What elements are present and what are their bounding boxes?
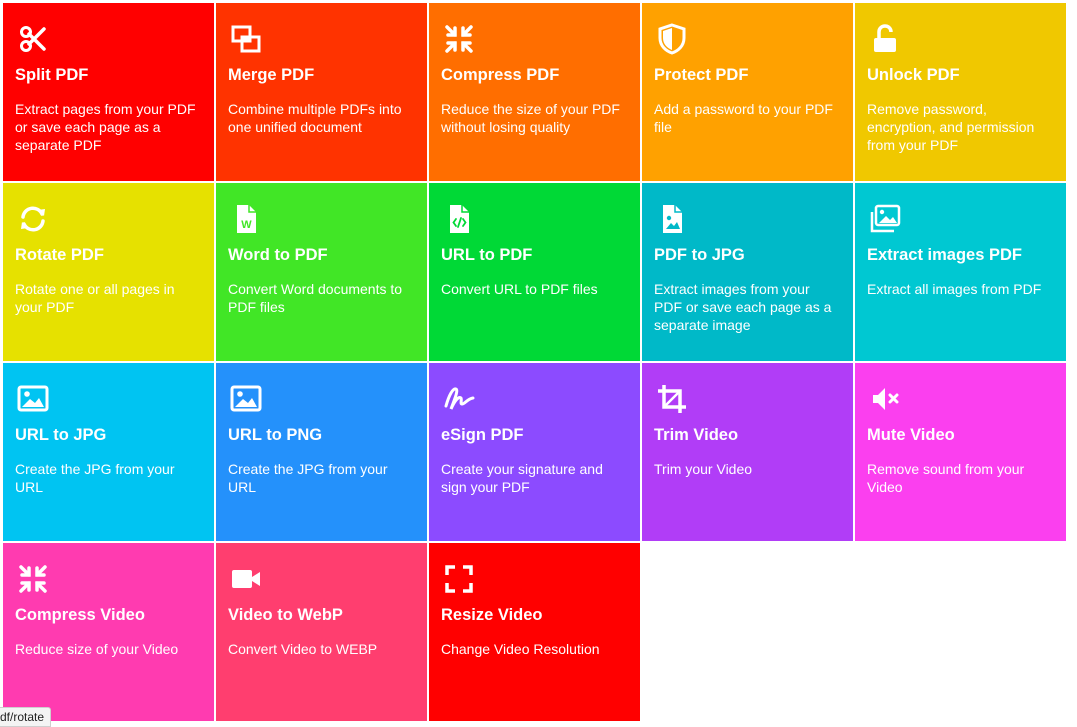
tool-description: Extract images from your PDF or save eac… (654, 281, 832, 333)
tool-description: Extract pages from your PDF or save each… (15, 101, 196, 153)
shield-icon (654, 21, 690, 57)
images-icon (867, 201, 903, 237)
tool-title: Merge PDF (228, 66, 315, 84)
tool-tile-pdf-to-jpg[interactable]: PDF to JPG Extract images from your PDF o… (642, 183, 853, 361)
expand-icon (441, 561, 477, 597)
tool-description: Remove sound from your Video (867, 461, 1025, 495)
status-bar-url: df/rotate (0, 707, 52, 727)
mute-icon (867, 381, 903, 417)
image-icon (228, 381, 264, 417)
tool-description: Extract all images from PDF (867, 281, 1042, 297)
tool-title: Extract images PDF (867, 246, 1022, 264)
image-icon (15, 381, 51, 417)
tool-tile-unlock-pdf[interactable]: Unlock PDF Remove password, encryption, a… (855, 3, 1066, 181)
tool-description: Rotate one or all pages in your PDF (15, 281, 175, 315)
tool-tile-trim-video[interactable]: Trim Video Trim your Video (642, 363, 853, 541)
tool-tile-protect-pdf[interactable]: Protect PDF Add a password to your PDF fi… (642, 3, 853, 181)
tool-description: Trim your Video (654, 461, 753, 477)
compress-icon (441, 21, 477, 57)
tool-title: Unlock PDF (867, 66, 960, 84)
tool-title: eSign PDF (441, 426, 524, 444)
tool-description: Reduce size of your Video (15, 641, 179, 657)
tool-tile-url-to-png[interactable]: URL to PNG Create the JPG from your URL (216, 363, 427, 541)
tool-tile-merge-pdf[interactable]: Merge PDF Combine multiple PDFs into one … (216, 3, 427, 181)
tool-title: Compress PDF (441, 66, 560, 84)
tool-title: Video to WebP (228, 606, 343, 624)
tool-title: Split PDF (15, 66, 89, 84)
tool-description: Create your signature and sign your PDF (441, 461, 603, 495)
video-camera-icon (228, 561, 264, 597)
tool-tile-compress-video[interactable]: Compress Video Reduce size of your Video (3, 543, 214, 721)
tool-title: Trim Video (654, 426, 739, 444)
tool-title: Word to PDF (228, 246, 328, 264)
tool-description: Convert Video to WEBP (228, 641, 378, 657)
image-file-icon (654, 201, 690, 237)
word-file-icon: W (228, 201, 264, 237)
tool-title: URL to PNG (228, 426, 323, 444)
tool-tile-compress-pdf[interactable]: Compress PDF Reduce the size of your PDF … (429, 3, 640, 181)
tool-description: Reduce the size of your PDF without losi… (441, 101, 620, 135)
tool-tile-split-pdf[interactable]: Split PDF Extract pages from your PDF or … (3, 3, 214, 181)
rotate-icon (15, 201, 51, 237)
tool-tile-word-to-pdf[interactable]: W Word to PDF Convert Word documents to PD… (216, 183, 427, 361)
tool-tile-resize-video[interactable]: Resize Video Change Video Resolution (429, 543, 640, 721)
tool-tile-esign-pdf[interactable]: eSign PDF Create your signature and sign … (429, 363, 640, 541)
tool-title: Rotate PDF (15, 246, 104, 264)
tool-title: Mute Video (867, 426, 955, 444)
tool-tile-url-to-jpg[interactable]: URL to JPG Create the JPG from your URL (3, 363, 214, 541)
tool-title: URL to JPG (15, 426, 107, 444)
tools-grid: Split PDF Extract pages from your PDF or … (3, 3, 1066, 721)
tool-description: Change Video Resolution (441, 641, 600, 657)
crop-icon (654, 381, 690, 417)
tool-title: Protect PDF (654, 66, 749, 84)
tool-description: Combine multiple PDFs into one unified d… (228, 101, 402, 135)
tool-title: PDF to JPG (654, 246, 745, 264)
tool-title: Compress Video (15, 606, 145, 624)
code-file-icon (441, 201, 477, 237)
tool-tile-extract-images-pdf[interactable]: Extract images PDF Extract all images fro… (855, 183, 1066, 361)
tool-tile-mute-video[interactable]: Mute Video Remove sound from your Video (855, 363, 1066, 541)
tool-title: Resize Video (441, 606, 543, 624)
tool-description: Add a password to your PDF file (654, 101, 833, 135)
tool-tile-video-to-webp[interactable]: Video to WebP Convert Video to WEBP (216, 543, 427, 721)
merge-icon (228, 21, 264, 57)
svg-text:W: W (241, 219, 252, 231)
tool-tile-url-to-pdf[interactable]: URL to PDF Convert URL to PDF files (429, 183, 640, 361)
tool-description: Create the JPG from your URL (15, 461, 175, 495)
signature-icon (441, 381, 477, 417)
tool-description: Remove password, encryption, and permiss… (867, 101, 1035, 153)
scissors-icon (15, 21, 51, 57)
compress-icon (15, 561, 51, 597)
tool-description: Convert Word documents to PDF files (228, 281, 403, 315)
tool-tile-rotate-pdf[interactable]: Rotate PDF Rotate one or all pages in you… (3, 183, 214, 361)
tool-description: Convert URL to PDF files (441, 281, 598, 297)
tool-title: URL to PDF (441, 246, 533, 264)
unlock-icon (867, 21, 903, 57)
tool-description: Create the JPG from your URL (228, 461, 388, 495)
